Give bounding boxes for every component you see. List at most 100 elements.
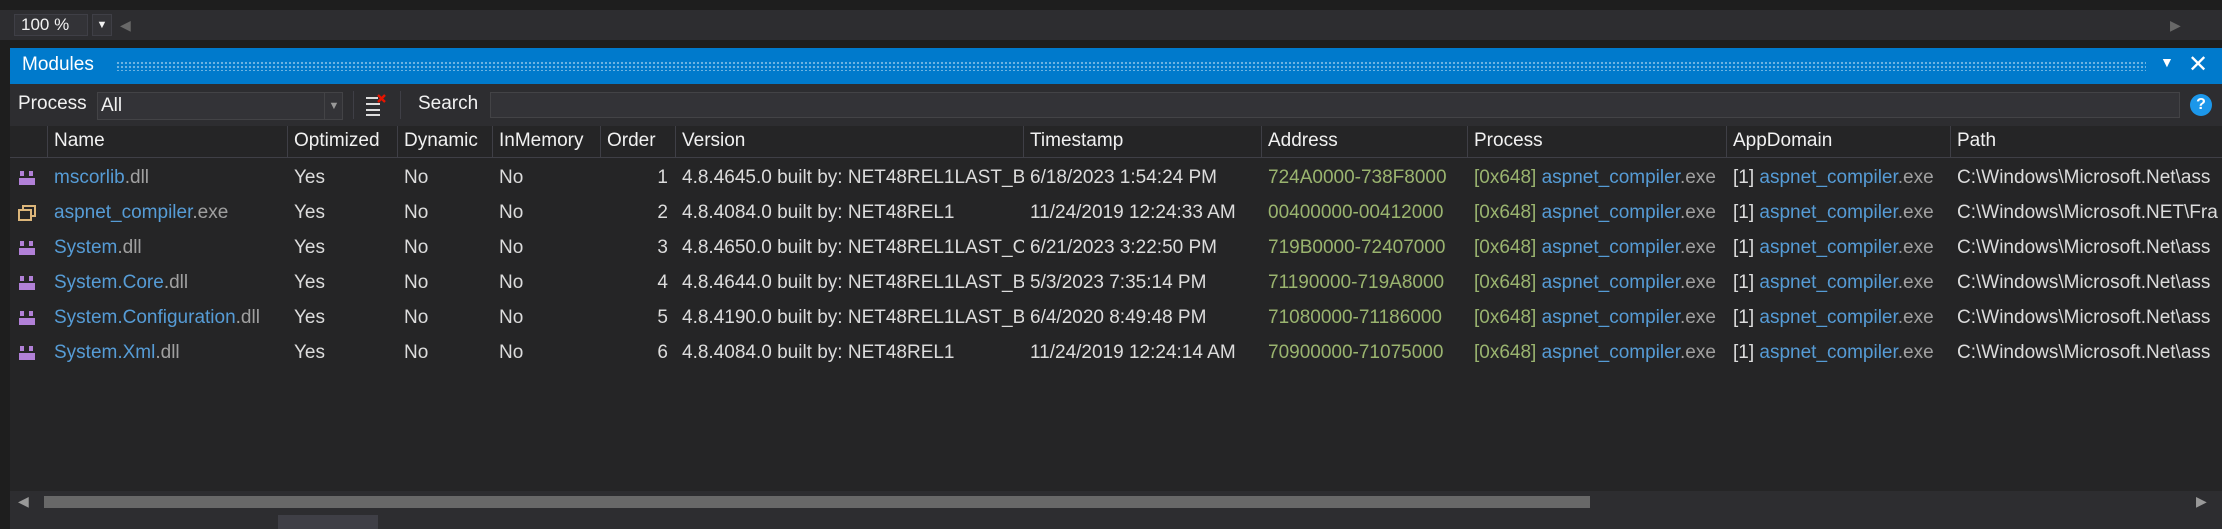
chevron-down-icon[interactable]: ▼ [324,93,343,119]
dynamic-cell: No [398,265,493,300]
inmemory-cell: No [493,300,601,335]
appdomain-name: aspnet_compiler [1759,202,1898,223]
column-header-appdomain[interactable]: AppDomain [1727,126,1951,158]
table-row[interactable]: System.Xml.dll Yes No No 6 4.8.4084.0 built b… [10,335,2222,370]
dynamic-cell: No [398,230,493,265]
column-header-address[interactable]: Address [1262,126,1468,158]
version-value: 4.8.4644.0 built by: NET48REL1LAST_B [682,272,1024,293]
appdomain-cell: [1] aspnet_compiler.exe [1727,230,1951,265]
column-header-process[interactable]: Process [1468,126,1727,158]
path-value: C:\Windows\Microsoft.Net\ass [1957,237,2211,258]
timestamp-value: 6/21/2023 3:22:50 PM [1030,237,1217,258]
process-id: [0x648] [1474,167,1537,188]
scroll-right-icon[interactable]: ▶ [2170,17,2181,34]
window-position-menu-icon[interactable]: ▼ [2160,54,2174,70]
zoom-combo[interactable]: 100 % [14,14,88,36]
address-value: 719B0000-72407000 [1268,237,1446,258]
column-header-icon[interactable] [10,126,48,158]
process-extension: .exe [1679,237,1716,258]
address-cell: 70900000-71075000 [1262,335,1468,370]
name-cell: mscorlib.dll [48,160,288,195]
dynamic-value: No [404,342,429,363]
process-id: [0x648] [1474,307,1537,328]
column-header-path[interactable]: Path [1951,126,2222,158]
dynamic-value: No [404,237,429,258]
column-header-inmemory[interactable]: InMemory [493,126,601,158]
order-value: 2 [657,202,668,223]
drag-grip[interactable] [116,61,2146,71]
modules-panel: Modules ▼ ✕ Process All ▼ Search ? Name … [10,48,2222,529]
address-cell: 71080000-71186000 [1262,300,1468,335]
appdomain-id: [1] [1733,237,1755,258]
version-cell: 4.8.4644.0 built by: NET48REL1LAST_B [676,265,1024,300]
version-cell: 4.8.4084.0 built by: NET48REL1 [676,195,1024,230]
panel-title-bar[interactable]: Modules ▼ ✕ [10,48,2222,84]
version-value: 4.8.4084.0 built by: NET48REL1 [682,202,955,223]
path-cell: C:\Windows\Microsoft.NET\Fra [1951,195,2222,230]
path-value: C:\Windows\Microsoft.Net\ass [1957,167,2211,188]
appdomain-name: aspnet_compiler [1759,272,1898,293]
table-row[interactable]: System.Core.dll Yes No No 4 4.8.4644.0 built … [10,265,2222,300]
process-cell: [0x648] aspnet_compiler.exe [1468,265,1727,300]
process-name: aspnet_compiler [1541,202,1680,223]
scroll-left-icon[interactable]: ◀ [120,17,131,34]
column-header-name[interactable]: Name [48,126,288,158]
column-header-order[interactable]: Order [601,126,676,158]
column-header-version[interactable]: Version [676,126,1024,158]
path-value: C:\Windows\Microsoft.Net\ass [1957,307,2211,328]
close-icon[interactable]: ✕ [2188,50,2208,79]
zoom-dropdown-button[interactable]: ▼ [92,14,112,36]
column-header-dynamic[interactable]: Dynamic [398,126,493,158]
optimized-cell: Yes [288,300,398,335]
help-icon[interactable]: ? [2190,94,2212,116]
column-header-timestamp[interactable]: Timestamp [1024,126,1262,158]
search-input[interactable] [490,92,2180,118]
inmemory-cell: No [493,160,601,195]
version-cell: 4.8.4645.0 built by: NET48REL1LAST_B [676,160,1024,195]
editor-hscroll-track[interactable] [136,14,2166,36]
table-row[interactable]: mscorlib.dll Yes No No 1 4.8.4645.0 built by:… [10,160,2222,195]
appdomain-id: [1] [1733,307,1755,328]
appdomain-cell: [1] aspnet_compiler.exe [1727,160,1951,195]
inmemory-value: No [499,342,524,363]
path-value: C:\Windows\Microsoft.Net\ass [1957,272,2211,293]
clear-filter-icon[interactable] [364,94,388,116]
version-cell: 4.8.4650.0 built by: NET48REL1LAST_C [676,230,1024,265]
assembly-icon [18,275,36,291]
optimized-cell: Yes [288,230,398,265]
name-cell: System.Configuration.dll [48,300,288,335]
module-extension: .exe [192,202,229,223]
horizontal-scrollbar[interactable]: ◀ ▶ [10,491,2222,513]
inmemory-cell: No [493,335,601,370]
editor-status-bar: 100 % ▼ ◀ ▶ [0,10,2222,40]
scroll-thumb[interactable] [44,496,1590,508]
scroll-right-icon[interactable]: ▶ [2196,493,2207,510]
optimized-cell: Yes [288,265,398,300]
table-row[interactable]: System.dll Yes No No 3 4.8.4650.0 built by: N… [10,230,2222,265]
dynamic-cell: No [398,160,493,195]
module-name: System.Configuration [54,307,236,328]
column-header-optimized[interactable]: Optimized [288,126,398,158]
module-extension: .dll [117,237,142,258]
module-extension: .dll [155,342,180,363]
path-cell: C:\Windows\Microsoft.Net\ass [1951,230,2222,265]
appdomain-id: [1] [1733,167,1755,188]
process-extension: .exe [1679,202,1716,223]
bottom-tab[interactable] [278,515,378,529]
appdomain-name: aspnet_compiler [1759,237,1898,258]
process-name: aspnet_compiler [1541,237,1680,258]
timestamp-value: 5/3/2023 7:35:14 PM [1030,272,1207,293]
appdomain-cell: [1] aspnet_compiler.exe [1727,335,1951,370]
process-filter-combo[interactable]: All [97,92,343,120]
table-row[interactable]: System.Configuration.dll Yes No No 5 4.8.4190… [10,300,2222,335]
process-name: aspnet_compiler [1541,342,1680,363]
inmemory-value: No [499,237,524,258]
name-cell: System.Core.dll [48,265,288,300]
optimized-value: Yes [294,342,325,363]
dynamic-cell: No [398,335,493,370]
version-cell: 4.8.4084.0 built by: NET48REL1 [676,335,1024,370]
appdomain-cell: [1] aspnet_compiler.exe [1727,195,1951,230]
table-row[interactable]: aspnet_compiler.exe Yes No No 2 4.8.4084.0 bu… [10,195,2222,230]
appdomain-id: [1] [1733,272,1755,293]
scroll-left-icon[interactable]: ◀ [18,493,29,510]
